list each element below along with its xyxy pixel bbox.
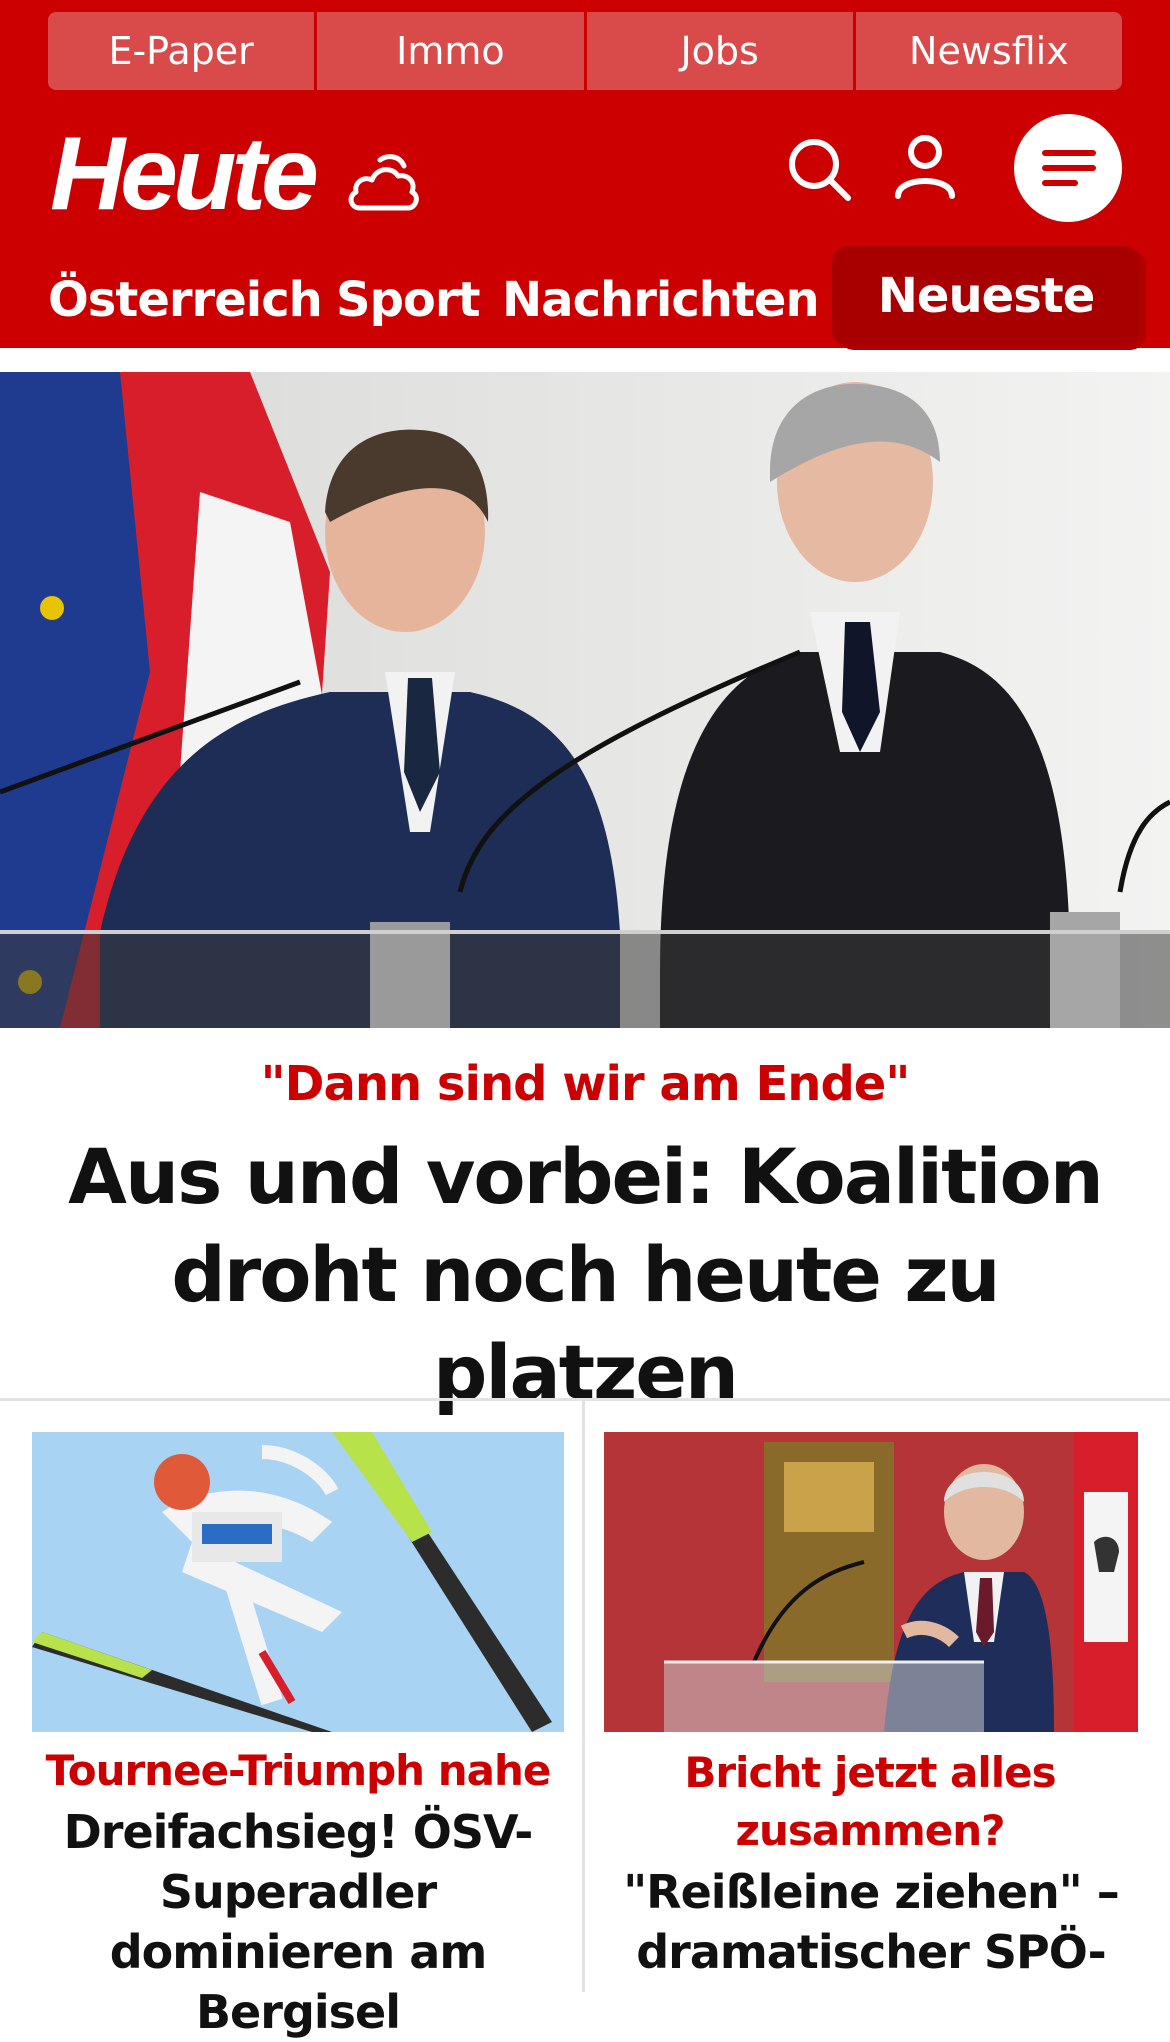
main-nav: Österreich Sport Nachrichten Neueste [0,246,1170,346]
user-icon[interactable] [890,132,960,202]
divider [582,1400,585,1992]
ski-jump-image[interactable] [32,1432,564,1732]
top-link-epaper[interactable]: E-Paper [48,12,318,90]
card-headline[interactable]: Dreifachsieg! ÖSV-Superadler dominieren … [28,1802,568,2042]
divider [0,1398,1170,1401]
press-statement-image[interactable] [604,1432,1138,1732]
nav-item-neueste[interactable]: Neueste [832,246,1140,346]
site-header: E-Paper Immo Jobs Newsflix Heute Österre… [0,0,1170,348]
card-kicker[interactable]: Tournee-Triumph nahe [32,1742,564,1800]
hero-image[interactable] [0,372,1170,1028]
top-link-jobs[interactable]: Jobs [586,12,856,90]
hamburger-menu-icon [1042,150,1096,186]
card-kicker[interactable]: Bricht jetzt alles zusammen? [620,1744,1120,1860]
menu-button[interactable] [1014,114,1122,222]
top-link-immo[interactable]: Immo [317,12,587,90]
heute-logo[interactable]: Heute [50,122,319,226]
cloud-icon[interactable] [346,150,422,216]
nav-item-nachrichten[interactable]: Nachrichten [502,272,820,328]
search-icon[interactable] [784,134,854,204]
hero-headline[interactable]: Aus und vorbei: Koalition droht noch heu… [30,1128,1140,1422]
card-headline[interactable]: "Reißleine ziehen" – dramatischer SPÖ- [604,1862,1138,1982]
nav-item-sport[interactable]: Sport [336,272,481,328]
hero-kicker[interactable]: "Dann sind wir am Ende" [0,1056,1170,1112]
nav-item-oesterreich[interactable]: Österreich [48,272,323,328]
top-link-newsflix[interactable]: Newsflix [855,12,1122,90]
top-links-bar: E-Paper Immo Jobs Newsflix [48,12,1122,90]
